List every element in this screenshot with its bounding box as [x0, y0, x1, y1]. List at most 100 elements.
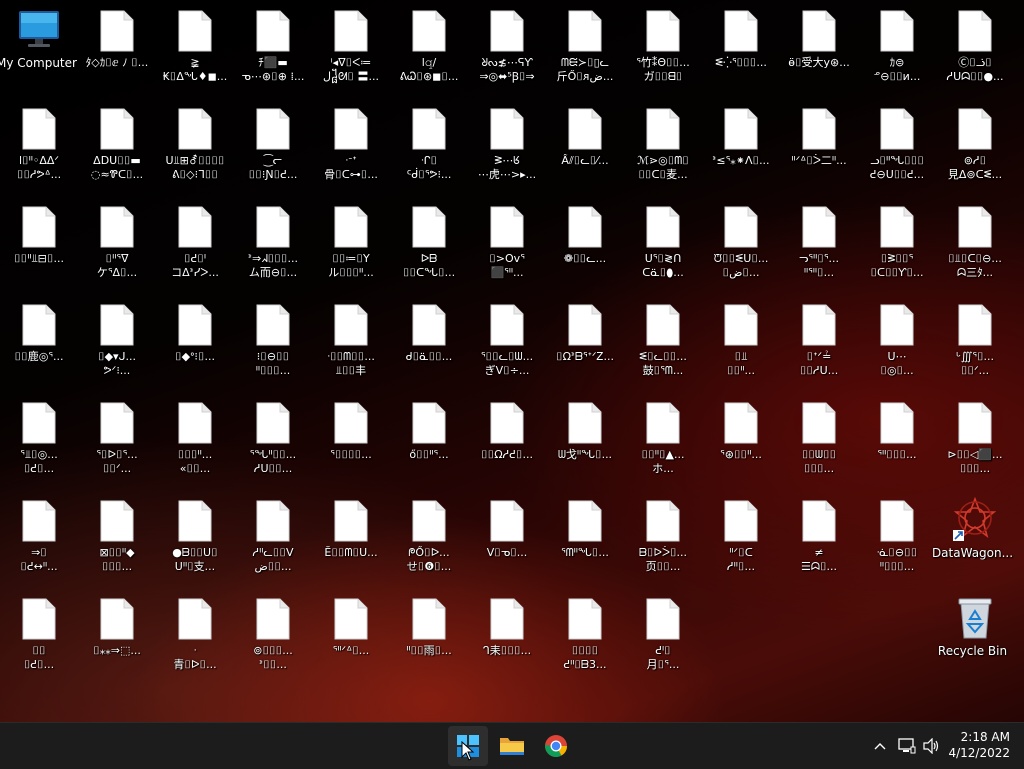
desktop-file[interactable]: ᐅᗷ ⌷⌷ᑕᖓ⌷...	[391, 196, 467, 286]
desktop-file[interactable]: ⌷⌷Ωᓱᕍ⌷...	[469, 392, 545, 482]
desktop-file[interactable]: ᐦᐟᐞ⌷ᐴ二ᐦ...	[781, 98, 857, 188]
desktop-file[interactable]: ﾁ⬛▬ ᓀ⋯⊛⌷⊕ ⁞...	[235, 0, 311, 90]
desktop-file[interactable]: ᕐ⫫⌷◎... ⌷ᕍ⌷...	[1, 392, 77, 482]
desktop-file[interactable]: ӫ⌷受大y⊛...	[781, 0, 857, 90]
blank-file-icon	[412, 304, 446, 346]
desktop-file[interactable]: Ⓒ⌷ᓘ⌷ ᓱᑌᗣ⌷⌷●...	[937, 0, 1013, 90]
desktop-file[interactable]: ⊚ᓱ⌷ 見ᐃ⊚ᑕᓬ...	[937, 98, 1013, 188]
desktop-file[interactable]: ᗰᙦ≻⌷▯ᓚ 斤Ő⌷ᴙض...	[547, 0, 623, 90]
desktop-file[interactable]: ᖘŐ⌷ᐅ... せ⌷❻⌷...	[391, 490, 467, 580]
desktop-file[interactable]: ᕐ⊛⌷⌷ᐦ...	[703, 392, 779, 482]
my-computer-shortcut[interactable]: My Computer	[0, 0, 77, 90]
desktop-file[interactable]: ᕐ⌷⌷⌷⌷...	[313, 392, 389, 482]
desktop-file[interactable]: ❁⌷⌷ᓚ...	[547, 196, 623, 286]
desktop-file[interactable]: ⌷ᑊᑊᕐᐁ ケᕐᐃ⌷...	[79, 196, 155, 286]
desktop-file[interactable]: ⌷⌷ᐦ⌷▲... ホ...	[625, 392, 701, 482]
show-hidden-icons-button[interactable]	[870, 736, 890, 756]
desktop-file[interactable]: ℳ⋗◎⌷ᗰ⌷ ⌷⌷ᑕ⌷麦...	[625, 98, 701, 188]
desktop-file[interactable]: ᐧ 青⌷ᐅ⌷...	[157, 588, 233, 678]
desktop-file[interactable]: ⌷ᐩᐟ≟ ⌷⌷ᓱᑌ...	[781, 294, 857, 384]
desktop-file[interactable]: ᕑ≤ᕐ⁎⁕ᐱ⌷...	[703, 98, 779, 188]
desktop-file[interactable]: ⁐ᓕ ⌷⌷⁝Ɲ⌷ᕍ...	[235, 98, 311, 188]
desktop-file[interactable]: ⌷⌷鹿◎ᕐ...	[1, 294, 77, 384]
desktop-file[interactable]: ⌷ᕒ⌷⌷ᕐ ⌷ᑕ⌷⌷Ƴ⌷...	[859, 196, 935, 286]
desktop-file[interactable]: ᐃⅮᑌ⌷⌷▬ ◌≈Ꮘᑕ⌷...	[79, 98, 155, 188]
desktop-file[interactable]: ᑌ⋯ ⌷◎⌷...	[859, 294, 935, 384]
desktop-file[interactable]: ᕒ⋯ᖉ ⋯虎⋯>▸...	[469, 98, 545, 188]
file-explorer-button[interactable]	[492, 726, 532, 766]
desktop-file[interactable]: ᑌᕐ⌷≷ᑎ ᑕᓏ⌷⬮...	[625, 196, 701, 286]
desktop-file[interactable]: ⁱ◂ᐁ⌷ᐸ≔ ل᧸ᘛ⌷ 〓...	[313, 0, 389, 90]
desktop-file-label: ᙈ⌷⌷ᓬᑌ⌷... ⌷ض⌷...	[713, 252, 769, 279]
blank-file-icon	[334, 598, 368, 640]
desktop-file[interactable]: ᐦ⌷⌷雨⌷...	[391, 588, 467, 678]
desktop-file[interactable]: ᕑ⇒ᖽ⌷⌷⌷... ム而⊖⌷...	[235, 196, 311, 286]
desktop-file[interactable]: ᗷ⌷ᐅᐴ⌷... 页⌷⌷...	[625, 490, 701, 580]
desktop-file[interactable]: ⌷⌷ ⌷ᕍ⌷...	[1, 588, 77, 678]
desktop-file[interactable]: ⊳⌷⌷◁⬛... ⌷⌷⌷...	[937, 392, 1013, 482]
desktop-file[interactable]: ᓓᕐᐦ⌷ᕐ... ᐦᕐᐦ⌷...	[781, 196, 857, 286]
desktop-file[interactable]: ⁝⌷⊖⌷⌷ ᐦ⌷⌷⌷...	[235, 294, 311, 384]
desktop-file[interactable]: ⇒⌷ ⌷ᕍ↔ᐦ...	[1, 490, 77, 580]
desktop-file[interactable]: ᑯ⌷ᓏ⌷⌷...	[391, 294, 467, 384]
desktop-file[interactable]: ⅼ𝚚/ ᕕᏇ⌷⊛◼⌷...	[391, 0, 467, 90]
desktop-file[interactable]: ⌷⌷ᐦ⫫⊟⌷...	[1, 196, 77, 286]
desktop-file[interactable]: ᒉ耒⌷⌷⌷...	[469, 588, 545, 678]
desktop-file[interactable]: ｶ⊜ ᓒ⊖⌷⌷ᴎ...	[859, 0, 935, 90]
desktop-file[interactable]: ᐧᐨᐩ 骨⌷ᑕ⊶⌷...	[313, 98, 389, 188]
desktop-file[interactable]: ⌷⌷⌷⌷ ᕍᐦ⌷ᗷ3...	[547, 588, 623, 678]
desktop-file[interactable]: ᗯ戈ᐦᖓ⌷...	[547, 392, 623, 482]
desktop-file[interactable]: ᐦᐟ⌷ᑕ ᓱᐦ⌷...	[703, 490, 779, 580]
desktop-file[interactable]: ᕐᐦᐟᐞ⌷...	[313, 588, 389, 678]
desktop-file[interactable]: ⌷⫫⌷ᑕ⌷⊖... ᗣ三ﾀ...	[937, 196, 1013, 286]
desktop-file[interactable]: ⌷>Ovᕐ ⬛ᕐᐦ...	[469, 196, 545, 286]
desktop-file[interactable]: ≠ ☰ᗣ⌷...	[781, 490, 857, 580]
desktop-file[interactable]: ⅼ⌷ᐦ◦ᐃᐃᐟ ⌷⌷ᓱᕗᐞ...	[1, 98, 77, 188]
desktop-file[interactable]: ⌷⌷ᗯ⌷⌷ ⌷⌷⌷...	[781, 392, 857, 482]
recycle-bin[interactable]: Recycle Bin	[937, 588, 1013, 678]
chrome-button[interactable]	[536, 726, 576, 766]
desktop-file[interactable]: ᕐᗰᐦᖓ⌷...	[547, 490, 623, 580]
desktop-file[interactable]: ᕐᖓᐦ⌷⌷... ᓱᑌ⌷⌷...	[235, 392, 311, 482]
desktop-file[interactable]: ᓗ⌷ᐦᖓ⌷⌷⌷ ᕍ⊖ᑌ⌷⌷ᕍ...	[859, 98, 935, 188]
desktop-file[interactable]: ᕍᑊ⌷ 月⌷ᕐ...	[625, 588, 701, 678]
clock-date: 4/12/2022	[948, 746, 1010, 760]
desktop-file[interactable]: ᒡ∭ᕐ⌷... ⌷⌷ᐟ...	[937, 294, 1013, 384]
desktop-file[interactable]: ᕐ⌷⌷ᓚ⌷ᗯ... ぎᐯ⌷÷...	[469, 294, 545, 384]
desktop-file[interactable]: ≩ ₭⌷ᐃᖓ♦◼...	[157, 0, 233, 90]
desktop-file[interactable]: ⌷◆ᐤ⁝⌷...	[157, 294, 233, 384]
network-tray-button[interactable]	[897, 736, 917, 756]
blank-file-icon	[334, 402, 368, 444]
desktop-file[interactable]: ᕐ竹⁑Θ⌷⌷... ガ⌷⌷ᗺ⌷	[625, 0, 701, 90]
desktop-file[interactable]: ᕐ⌷ᐅ⌷ᕐ... ⌷⌷ᐟ...	[79, 392, 155, 482]
datawagon-shortcut[interactable]: DataWagon...	[932, 490, 1013, 580]
desktop-file[interactable]: ᓱᐦᓚ⌷⌷ᐯ ض⌷⌷...	[235, 490, 311, 580]
desktop-file[interactable]: ⊚⌷⌷⌷... ᕑ⌷⌷...	[235, 588, 311, 678]
desktop-file[interactable]: ᑌ⫫⊞⚦⌷⌷⌷⌷ ᕕ⌷◇⁝ᒣ⌷⌷	[157, 98, 233, 188]
desktop-file[interactable]: ᓍ⌷⊖⌷⌷ ᐦ⌷⌷⌷...	[859, 490, 935, 580]
desktop-file[interactable]: ⌷⌷⌷ᐦ... «⌷⌷...	[157, 392, 233, 482]
desktop-file[interactable]: ⌷⁎⁎⇒⬚...	[79, 588, 155, 678]
desktop-file[interactable]: ⌷⌷≔⌷Y ル⌷⌷⌷ᐦ...	[313, 196, 389, 286]
desktop-file[interactable]: ⌷◆▾ᒍ... ᕗᐟ⁝...	[79, 294, 155, 384]
desktop-file[interactable]: ⌷ΩᕑᗷᕐᐩᐟᏃ...	[547, 294, 623, 384]
clock[interactable]: 2:18 AM 4/12/2022	[940, 729, 1010, 761]
desktop-file[interactable]: ﾀ◇ｶ⌷ⅇ ﾉ ⌷...	[79, 0, 155, 90]
volume-tray-button[interactable]	[922, 736, 942, 756]
desktop-file[interactable]: ᕐᐦ⌷⌷⌷...	[859, 392, 935, 482]
desktop-file[interactable]: Ĕ⌷⌷ᗰ⌷ᑌ...	[313, 490, 389, 580]
desktop-file[interactable]: ⌷⫫ ⌷⌷ᐦ...	[703, 294, 779, 384]
desktop-file[interactable]: ᖈᔓ≴⋯ᕋƳ ⇒◎⬌⁵Ꞵ⌷⇒	[469, 0, 545, 90]
desktop-file[interactable]: ᙈ⌷⌷ᓬᑌ⌷... ⌷ض⌷...	[703, 196, 779, 286]
desktop-file[interactable]: ⊠⌷⌷ᐦ◆ ⌷⌷⌷...	[79, 490, 155, 580]
desktop-file[interactable]: ᐧᒋ⌷ ᑦᑰ⌷ᕐᕗ⁝...	[391, 98, 467, 188]
desktop-file[interactable]: Ấ⫽⌷ᓚ⌷⁄...	[547, 98, 623, 188]
desktop-file[interactable]: ᐧ⌷⌷ᗰ⌷⌷... ⫫⌷⌷丰	[313, 294, 389, 384]
desktop-file[interactable]: ᓬ⌷ᓚ⌷⌷... 鼓⌷ᕐᗰ...	[625, 294, 701, 384]
desktop-file[interactable]: ᐯ⌷ᓀ⌷...	[469, 490, 545, 580]
blank-file-icon	[178, 206, 212, 248]
desktop-file[interactable]: ᓬ⁛ᕐ⌷⌷⌷...	[703, 0, 779, 90]
desktop-file[interactable]: ⌷ᕍ⌷ᑊ コᐃᕑᓯᐳ...	[157, 196, 233, 286]
desktop-file[interactable]: ő⌷⌷ᐦᕐ...	[391, 392, 467, 482]
desktop-file[interactable]: ●ᗷ⌷⌷ᑌ⌷ ᑌᐦ⌷支...	[157, 490, 233, 580]
